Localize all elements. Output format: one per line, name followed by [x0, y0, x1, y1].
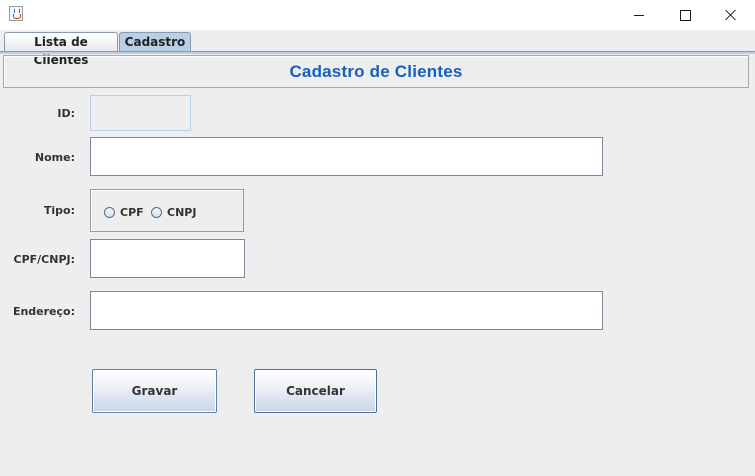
radio-cpf-circle[interactable]: [104, 207, 115, 218]
radio-cnpj[interactable]: CNPJ: [151, 206, 196, 219]
tab-strip: [0, 51, 755, 54]
cancelar-button[interactable]: Cancelar: [254, 369, 377, 413]
app-window: Lista de Clientes Cadastro Cadastro de C…: [0, 0, 755, 476]
tab-cadastro[interactable]: Cadastro: [119, 32, 191, 51]
maximize-button[interactable]: [662, 0, 708, 30]
gravar-button[interactable]: Gravar: [92, 369, 217, 413]
tipo-radio-group: CPF CNPJ: [90, 189, 244, 232]
id-field[interactable]: [90, 95, 191, 131]
title-bar: [0, 0, 755, 30]
maximize-icon: [679, 9, 691, 21]
cpf-cnpj-field[interactable]: [90, 239, 245, 278]
endereco-label: Endereço:: [12, 305, 75, 318]
nome-label: Nome:: [34, 151, 75, 164]
cpf-cnpj-label: CPF/CNPJ:: [13, 253, 76, 266]
java-icon: [9, 6, 23, 21]
header-panel: Cadastro de Clientes: [3, 55, 749, 88]
radio-cpf-label: CPF: [120, 206, 144, 219]
radio-cnpj-label: CNPJ: [167, 206, 197, 219]
page-title: Cadastro de Clientes: [289, 61, 463, 81]
radio-cpf[interactable]: CPF: [104, 206, 144, 219]
close-button[interactable]: [708, 0, 754, 30]
radio-cnpj-circle[interactable]: [151, 207, 162, 218]
close-icon: [725, 9, 737, 21]
minimize-button[interactable]: [616, 0, 662, 30]
minimize-icon: [634, 14, 644, 16]
endereco-field[interactable]: [90, 291, 603, 330]
tab-bar: Lista de Clientes Cadastro: [0, 30, 755, 67]
tab-lista-de-clientes[interactable]: Lista de Clientes: [4, 32, 118, 67]
nome-field[interactable]: [90, 137, 603, 176]
tipo-label: Tipo:: [43, 204, 75, 217]
id-label: ID:: [57, 107, 75, 120]
